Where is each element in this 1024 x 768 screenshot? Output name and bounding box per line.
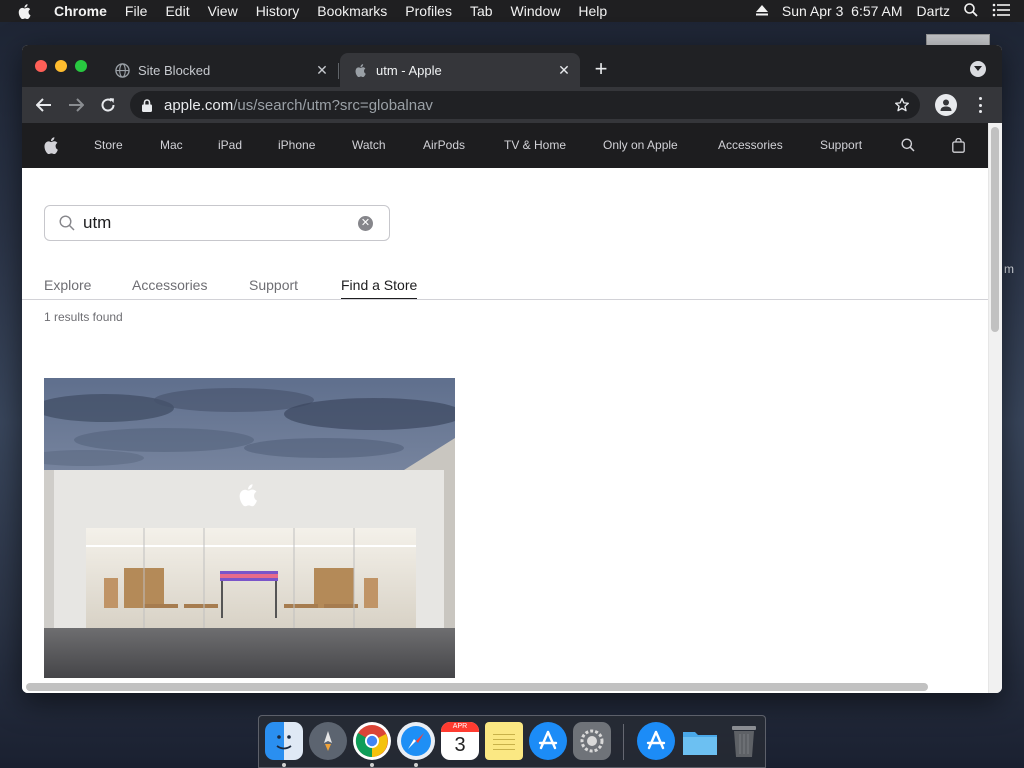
tab-close-icon[interactable]: ✕ — [554, 60, 574, 80]
running-indicator — [414, 763, 418, 767]
desktop-edge-text: m — [1004, 262, 1014, 276]
calendar-month: APR — [441, 722, 479, 732]
apple-menu-icon[interactable] — [18, 3, 46, 19]
menu-help[interactable]: Help — [578, 3, 607, 19]
menu-view[interactable]: View — [208, 3, 238, 19]
search-query-text: utm — [83, 213, 112, 232]
tab-strip: Site Blocked ✕ utm - Apple ✕ + — [22, 45, 1002, 87]
launchpad-icon[interactable] — [309, 722, 347, 760]
notes-icon[interactable] — [485, 722, 523, 760]
chrome-window: Site Blocked ✕ utm - Apple ✕ + apple.com… — [22, 45, 1002, 693]
chrome-icon[interactable] — [353, 722, 391, 760]
tab-close-icon[interactable]: ✕ — [312, 60, 332, 80]
nav-iphone[interactable]: iPhone — [278, 138, 315, 152]
search-icon[interactable] — [899, 136, 917, 154]
reload-icon[interactable] — [96, 93, 120, 117]
clock[interactable]: Sun Apr 3 6:57 AM — [782, 3, 903, 19]
window-maximize-button[interactable] — [75, 60, 87, 72]
window-close-button[interactable] — [35, 60, 47, 72]
nav-ipad[interactable]: iPad — [218, 138, 242, 152]
window-minimize-button[interactable] — [55, 60, 67, 72]
browser-toolbar: apple.com/us/search/utm?src=globalnav — [22, 87, 1002, 123]
macos-dock: APR 3 — [258, 715, 766, 768]
vertical-scrollbar-thumb[interactable] — [991, 127, 999, 332]
tab-explore[interactable]: Explore — [44, 277, 91, 293]
tab-title: Site Blocked — [138, 62, 211, 78]
calendar-icon[interactable]: APR 3 — [441, 722, 479, 760]
nav-support[interactable]: Support — [820, 138, 862, 152]
tab-utm-apple[interactable]: utm - Apple ✕ — [340, 53, 580, 87]
nav-mac[interactable]: Mac — [160, 138, 183, 152]
folder-icon[interactable] — [681, 722, 719, 760]
running-indicator — [370, 763, 374, 767]
tab-support[interactable]: Support — [249, 277, 298, 293]
tab-search-chevron-icon[interactable] — [970, 61, 986, 77]
trash-icon[interactable] — [725, 722, 763, 760]
menu-tab[interactable]: Tab — [470, 3, 493, 19]
menu-bookmarks[interactable]: Bookmarks — [317, 3, 387, 19]
nav-airpods[interactable]: AirPods — [423, 138, 465, 152]
macos-menu-bar: Chrome File Edit View History Bookmarks … — [0, 0, 1024, 22]
tab-title: utm - Apple — [376, 62, 442, 78]
forward-arrow-icon[interactable] — [64, 93, 88, 117]
eject-icon[interactable] — [755, 3, 768, 19]
nav-watch[interactable]: Watch — [352, 138, 386, 152]
search-result-tabs: Explore Accessories Support Find a Store — [22, 275, 988, 300]
chrome-menu-kebab-icon[interactable] — [972, 95, 988, 115]
nav-store[interactable]: Store — [94, 138, 123, 152]
menu-edit[interactable]: Edit — [165, 3, 189, 19]
app-store-download-icon[interactable] — [637, 722, 675, 760]
bookmark-star-icon[interactable] — [894, 97, 910, 113]
spotlight-search-icon[interactable] — [964, 2, 978, 20]
tab-find-a-store[interactable]: Find a Store — [341, 277, 418, 299]
globe-icon — [114, 62, 130, 78]
menu-app-chrome[interactable]: Chrome — [54, 3, 107, 19]
nav-accessories[interactable]: Accessories — [718, 138, 783, 152]
page-viewport: Store Mac iPad iPhone Watch AirPods TV &… — [22, 123, 988, 693]
dock-separator — [623, 724, 624, 760]
tab-separator — [338, 63, 339, 79]
menu-profiles[interactable]: Profiles — [405, 3, 452, 19]
tab-site-blocked[interactable]: Site Blocked ✕ — [102, 53, 338, 87]
profile-avatar-icon[interactable] — [935, 94, 957, 116]
menu-file[interactable]: File — [125, 3, 148, 19]
nav-tv-home[interactable]: TV & Home — [504, 138, 566, 152]
apple-store-photo[interactable] — [44, 378, 455, 678]
user-name[interactable]: Dartz — [917, 3, 950, 19]
tab-accessories[interactable]: Accessories — [132, 277, 207, 293]
lock-icon[interactable] — [142, 98, 156, 112]
nav-only-on-apple[interactable]: Only on Apple — [603, 138, 678, 152]
clear-search-icon[interactable]: ✕ — [358, 216, 373, 231]
apple-logo-icon — [352, 62, 368, 78]
safari-icon[interactable] — [397, 722, 435, 760]
url-domain: apple.com — [164, 96, 234, 114]
finder-icon[interactable] — [265, 722, 303, 760]
search-input[interactable]: utm ✕ — [44, 205, 390, 241]
calendar-day: 3 — [454, 734, 466, 756]
menu-window[interactable]: Window — [511, 3, 561, 19]
apple-logo-icon[interactable] — [42, 136, 60, 154]
system-preferences-icon[interactable] — [573, 722, 611, 760]
app-store-icon[interactable] — [529, 722, 567, 760]
apple-global-nav: Store Mac iPad iPhone Watch AirPods TV &… — [22, 123, 988, 168]
results-count: 1 results found — [44, 310, 123, 324]
menu-history[interactable]: History — [256, 3, 300, 19]
shopping-bag-icon[interactable] — [949, 136, 967, 154]
control-center-list-icon[interactable] — [992, 3, 1010, 20]
running-indicator — [282, 763, 286, 767]
back-arrow-icon[interactable] — [32, 93, 56, 117]
horizontal-scrollbar-thumb[interactable] — [26, 683, 928, 691]
address-bar[interactable]: apple.com/us/search/utm?src=globalnav — [130, 91, 920, 119]
new-tab-plus-icon[interactable]: + — [590, 56, 612, 81]
search-icon — [59, 215, 77, 231]
url-path: /us/search/utm?src=globalnav — [233, 96, 433, 114]
